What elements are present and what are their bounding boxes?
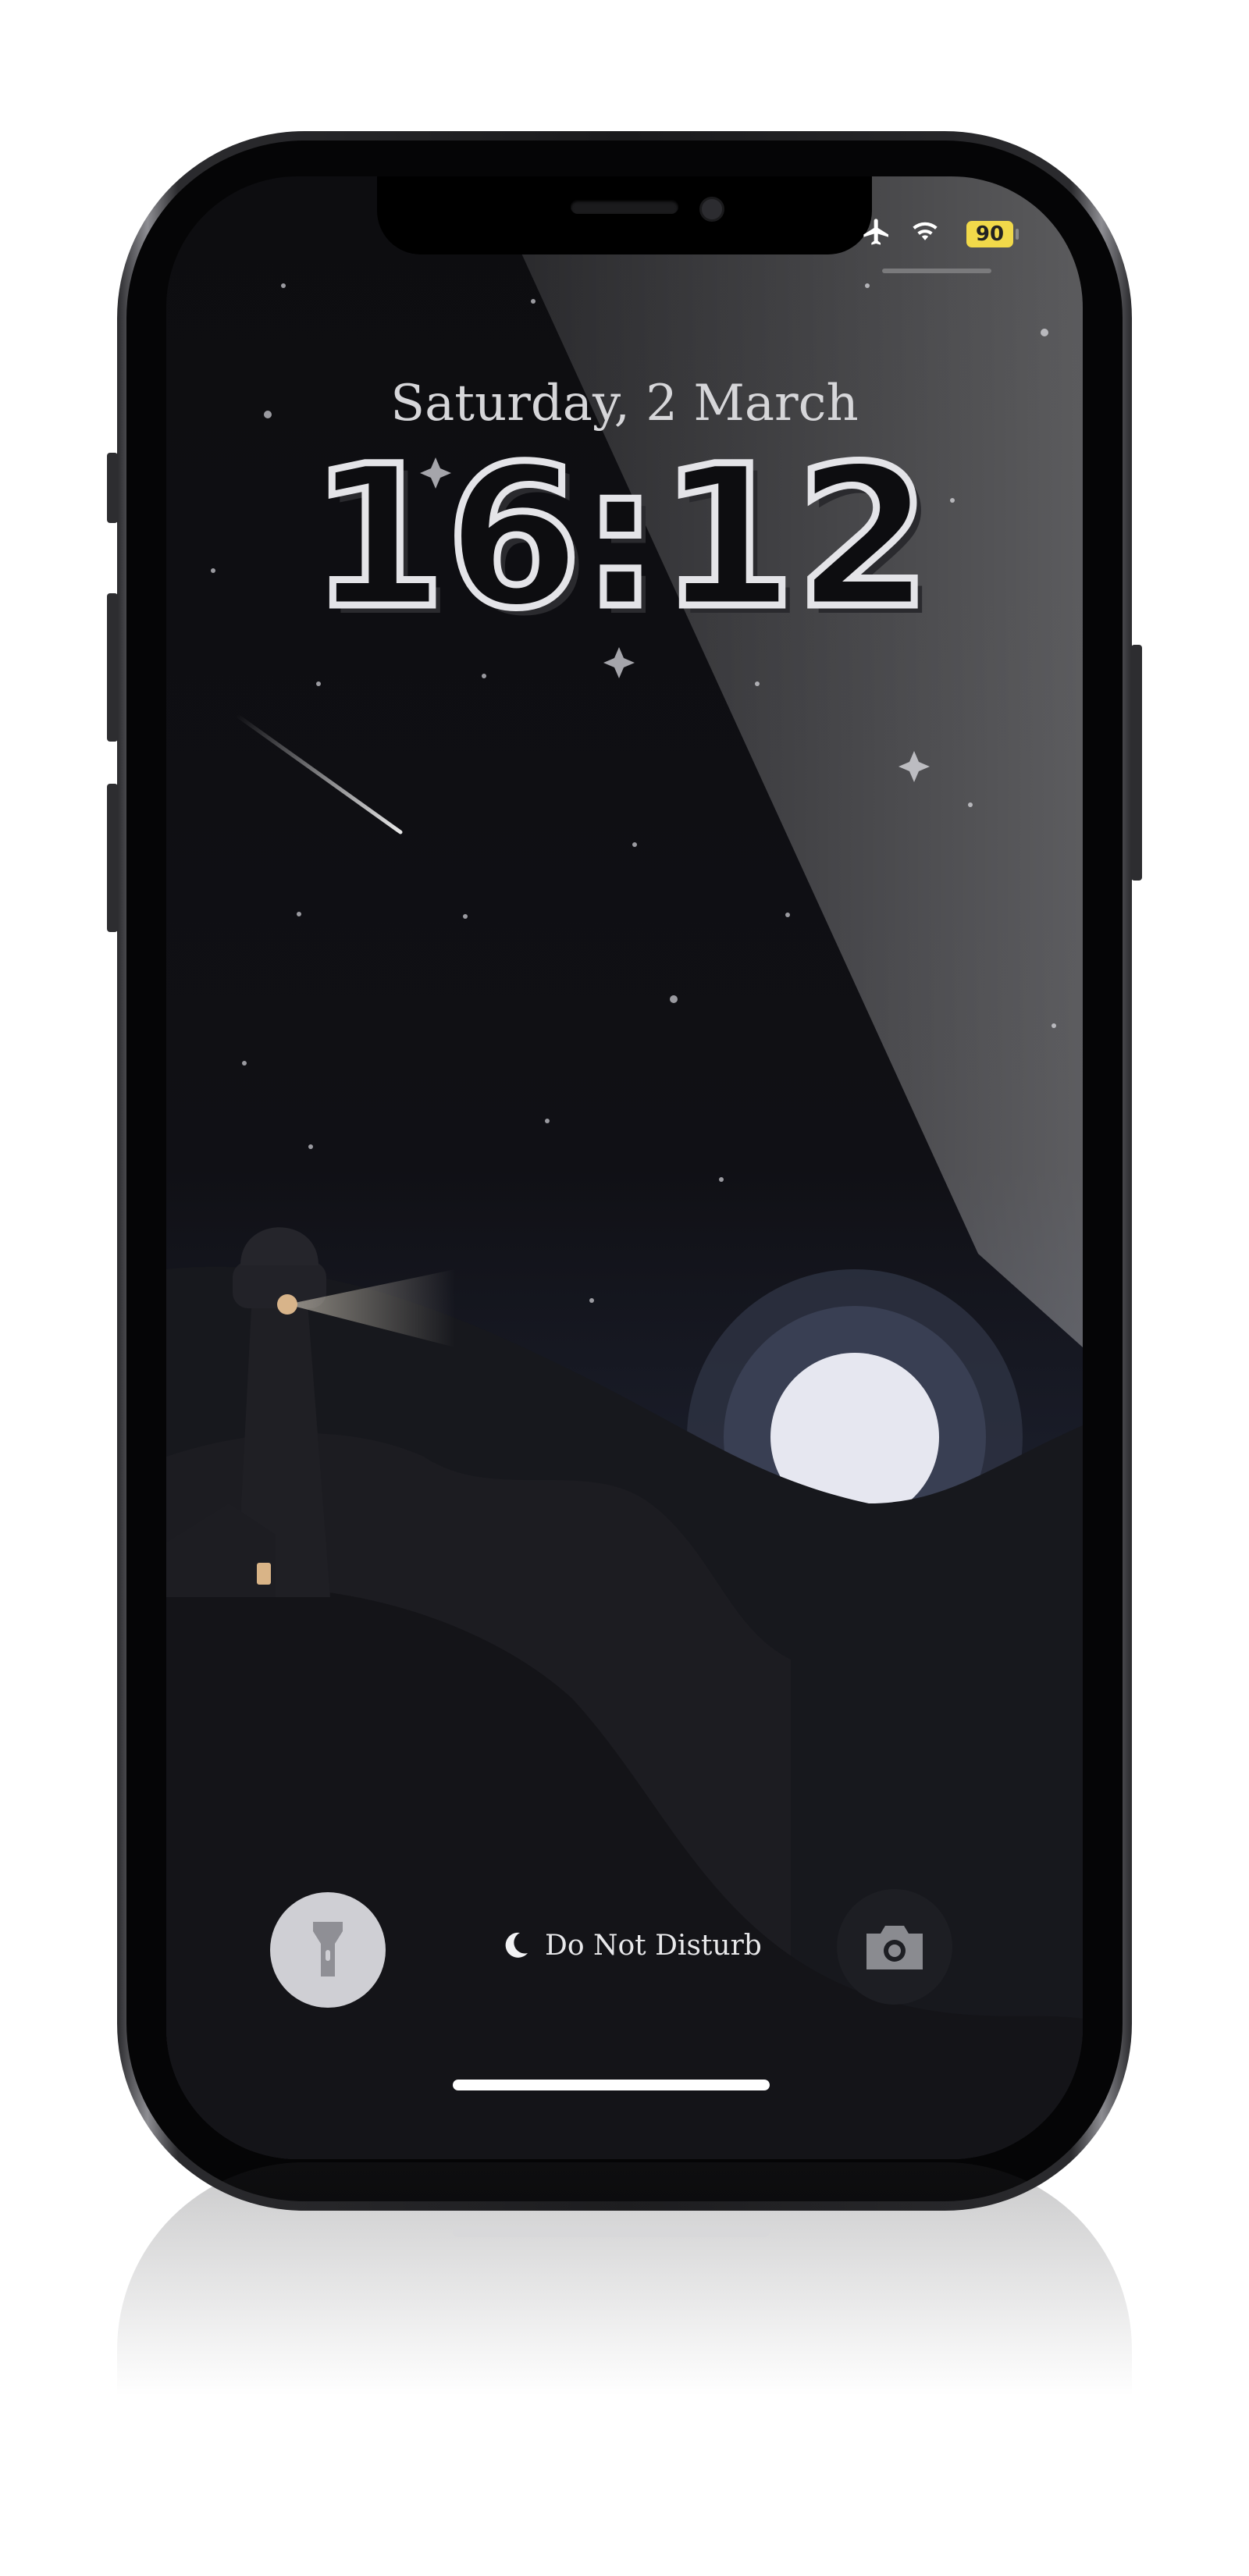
status-bar — [859, 216, 943, 247]
wifi-icon — [913, 222, 938, 240]
camera-button[interactable] — [837, 1889, 952, 2005]
lock-date: Saturday, 2 March — [390, 375, 859, 432]
do-not-disturb-label: Do Not Disturb — [545, 1929, 762, 1962]
control-center-indicator[interactable] — [882, 269, 991, 273]
camera-icon — [866, 1926, 923, 1969]
reflection-home-indicator — [453, 2226, 770, 2237]
moon-icon — [505, 1932, 528, 1958]
earpiece-speaker — [571, 200, 678, 214]
shooting-star — [234, 713, 403, 834]
lock-clock: 16:12 16:12 — [0, 421, 1249, 660]
flashlight-icon — [313, 1922, 343, 1976]
airplane-icon — [863, 219, 888, 245]
battery-cap — [1016, 229, 1019, 240]
phone-reflection — [117, 2162, 1132, 2396]
volume-down-button — [107, 784, 118, 932]
flashlight-button[interactable] — [270, 1892, 386, 2008]
do-not-disturb-indicator[interactable]: Do Not Disturb — [500, 1922, 762, 1969]
stars — [211, 283, 1056, 1303]
home-indicator[interactable] — [453, 2080, 770, 2090]
battery-indicator: 90 — [966, 221, 1013, 247]
clock-time: 16:12 — [310, 437, 931, 651]
notch — [377, 176, 872, 254]
front-camera — [699, 197, 724, 222]
side-button — [1131, 645, 1142, 881]
